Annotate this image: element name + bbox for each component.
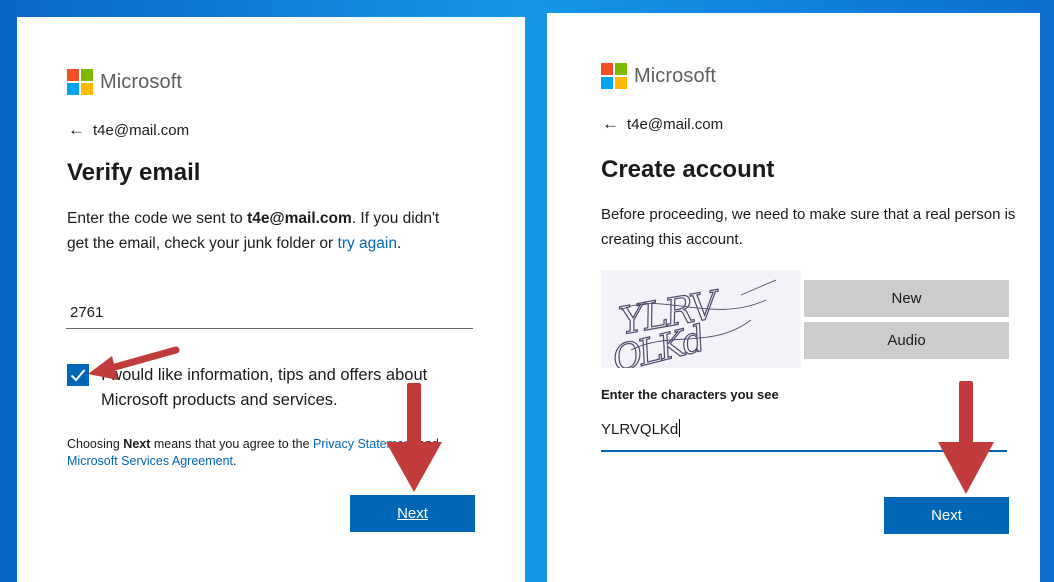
right-next-pointer-arrow — [938, 381, 994, 494]
left-next-pointer-arrow — [386, 383, 442, 492]
annotation-overlay — [88, 346, 994, 494]
checkbox-pointer-arrow — [88, 346, 180, 380]
